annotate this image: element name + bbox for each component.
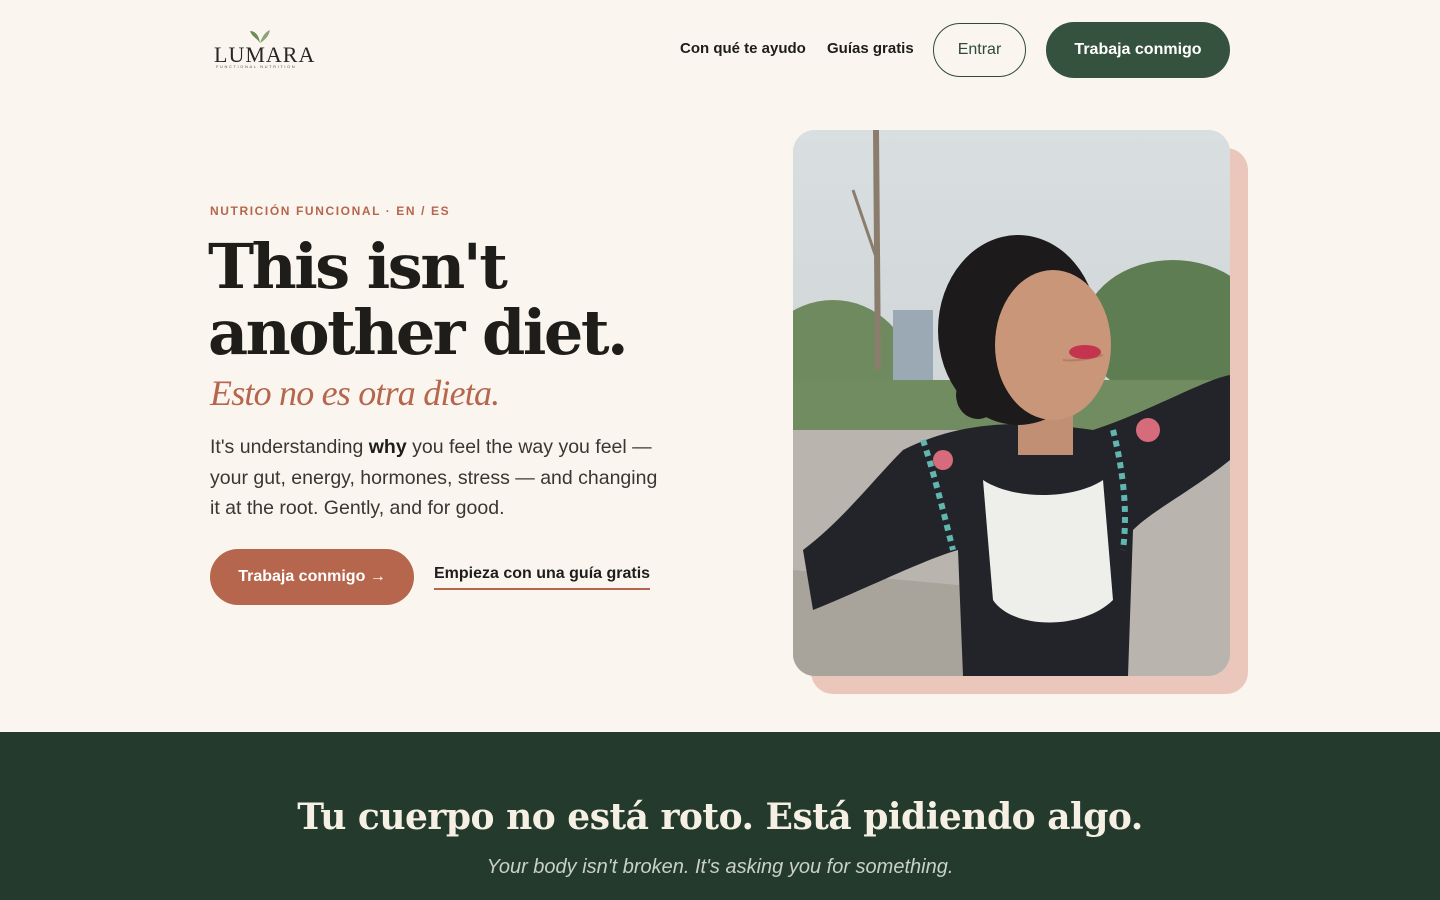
portrait-illustration (793, 130, 1230, 676)
nav-link-guias-gratis[interactable]: Guías gratis (827, 40, 914, 57)
site-header: LUMARA FUNCTIONAL NUTRITION Con qué te a… (0, 0, 1440, 100)
hero-body-emphasis: why (368, 436, 407, 458)
hero-body: It's understanding why you feel the way … (210, 432, 660, 524)
login-button[interactable]: Entrar (933, 23, 1026, 77)
hero-work-with-me-button[interactable]: Trabaja conmigo → (210, 549, 414, 605)
intro-band: Tu cuerpo no está roto. Está pidiendo al… (0, 732, 1440, 900)
hero-eyebrow: NUTRICIÓN FUNCIONAL · EN / ES (210, 204, 451, 218)
work-with-me-button[interactable]: Trabaja conmigo (1046, 22, 1230, 78)
brand-tagline: FUNCTIONAL NUTRITION (216, 64, 297, 69)
band-subtitle: Your body isn't broken. It's asking you … (486, 856, 954, 878)
brand-logo[interactable]: LUMARA FUNCTIONAL NUTRITION (214, 28, 314, 74)
nav-link-con-que-te-ayudo[interactable]: Con qué te ayudo (680, 40, 806, 57)
hero-photo (793, 130, 1230, 676)
band-title: Tu cuerpo no está roto. Está pidiendo al… (297, 796, 1143, 838)
hero-subheadline: Esto no es otra dieta. (210, 373, 500, 413)
free-guide-link[interactable]: Empieza con una guía gratis (434, 565, 651, 590)
hero-headline: This isn't another diet. (208, 230, 629, 369)
hero-body-start: It's understanding (210, 436, 369, 458)
